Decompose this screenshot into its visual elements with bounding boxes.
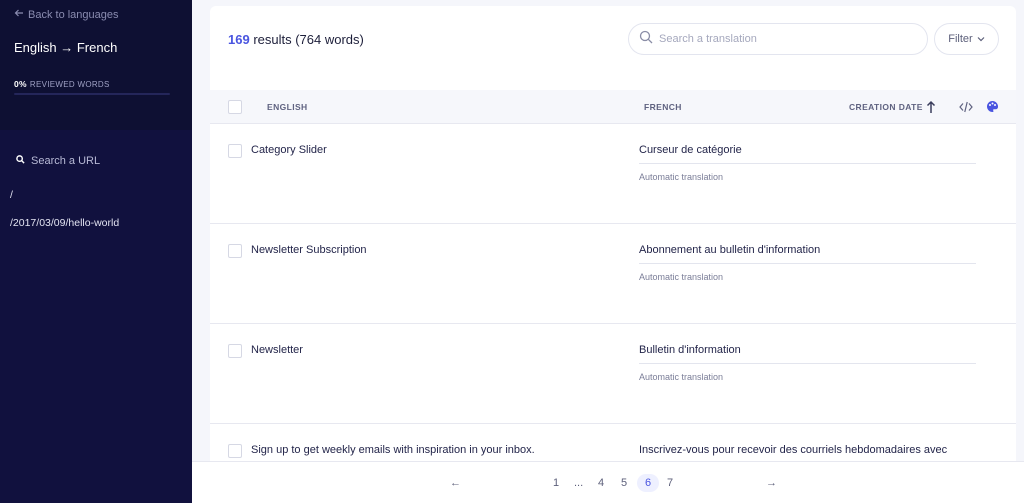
table-row[interactable]: Newsletter Bulletin d'information Automa…	[210, 324, 1016, 424]
next-page-button[interactable]: →	[766, 474, 777, 492]
page-5[interactable]: 5	[621, 474, 627, 492]
source-text: Newsletter Subscription	[251, 244, 367, 256]
source-text: Sign up to get weekly emails with inspir…	[251, 444, 535, 456]
code-icon[interactable]	[959, 101, 973, 113]
search-icon	[16, 155, 25, 167]
search-url-button[interactable]: Search a URL	[16, 155, 100, 167]
reviewed-progress-bar	[14, 93, 170, 95]
translation-field[interactable]: Inscrivez-vous pour recevoir des courrie…	[639, 444, 976, 461]
arrow-left-icon	[14, 8, 24, 21]
search-translation-box	[628, 23, 928, 55]
table-row[interactable]: Sign up to get weekly emails with inspir…	[210, 424, 1016, 461]
sidebar-header: Back to languages English → French 0% REV…	[0, 0, 192, 130]
language-pair-title: English → French	[14, 40, 118, 55]
page-1[interactable]: 1	[553, 474, 559, 492]
column-english: ENGLISH	[267, 102, 308, 112]
translation-field[interactable]: Curseur de catégorie	[639, 144, 976, 164]
row-checkbox[interactable]	[228, 444, 242, 458]
palette-icon[interactable]	[986, 100, 999, 113]
reviewed-label: REVIEWED WORDS	[29, 80, 110, 89]
source-text: Newsletter	[251, 344, 303, 356]
results-count: 169	[228, 32, 250, 47]
chevron-down-icon	[977, 33, 985, 45]
results-suffix: results (764 words)	[253, 32, 364, 47]
source-text: Category Slider	[251, 144, 327, 156]
translation-status: Automatic translation	[639, 372, 724, 382]
sidebar: Back to languages English → French 0% REV…	[0, 0, 192, 503]
page-ellipsis: ...	[574, 477, 584, 489]
row-checkbox[interactable]	[228, 244, 242, 258]
url-item-root[interactable]: /	[10, 189, 13, 201]
back-link-label: Back to languages	[28, 8, 119, 21]
translation-status: Automatic translation	[639, 172, 724, 182]
filter-label: Filter	[948, 33, 973, 45]
row-checkbox[interactable]	[228, 344, 242, 358]
search-url-label: Search a URL	[31, 155, 101, 167]
translations-panel: 169 results (764 words) Filter ENGLISH F…	[210, 6, 1016, 461]
pagination: ← 1 ... 4 5 6 7 →	[192, 461, 1024, 503]
row-checkbox[interactable]	[228, 144, 242, 158]
translation-field[interactable]: Abonnement au bulletin d'information	[639, 244, 976, 264]
arrow-up-icon[interactable]	[926, 100, 936, 114]
column-french: FRENCH	[644, 102, 682, 112]
url-item-hello-world[interactable]: /2017/03/09/hello-world	[10, 217, 119, 229]
search-icon	[639, 30, 653, 49]
reviewed-percent: 0%	[14, 79, 27, 89]
page-7[interactable]: 7	[667, 474, 673, 492]
results-summary: 169 results (764 words)	[228, 32, 364, 47]
translation-field[interactable]: Bulletin d'information	[639, 344, 976, 364]
table-row[interactable]: Newsletter Subscription Abonnement au bu…	[210, 224, 1016, 324]
translation-status: Automatic translation	[639, 272, 724, 282]
table-row[interactable]: Category Slider Curseur de catégorie Aut…	[210, 124, 1016, 224]
select-all-checkbox[interactable]	[228, 100, 242, 114]
search-translation-input[interactable]	[659, 33, 909, 45]
filter-button[interactable]: Filter	[934, 23, 999, 55]
reviewed-words: 0% REVIEWED WORDS	[14, 79, 110, 89]
back-to-languages-link[interactable]: Back to languages	[14, 8, 119, 21]
column-creation-date[interactable]: CREATION DATE	[849, 102, 923, 112]
page-4[interactable]: 4	[598, 474, 604, 492]
prev-page-button[interactable]: ←	[450, 474, 461, 492]
page-6-current[interactable]: 6	[637, 474, 659, 492]
table-header: ENGLISH FRENCH CREATION DATE	[210, 90, 1016, 124]
